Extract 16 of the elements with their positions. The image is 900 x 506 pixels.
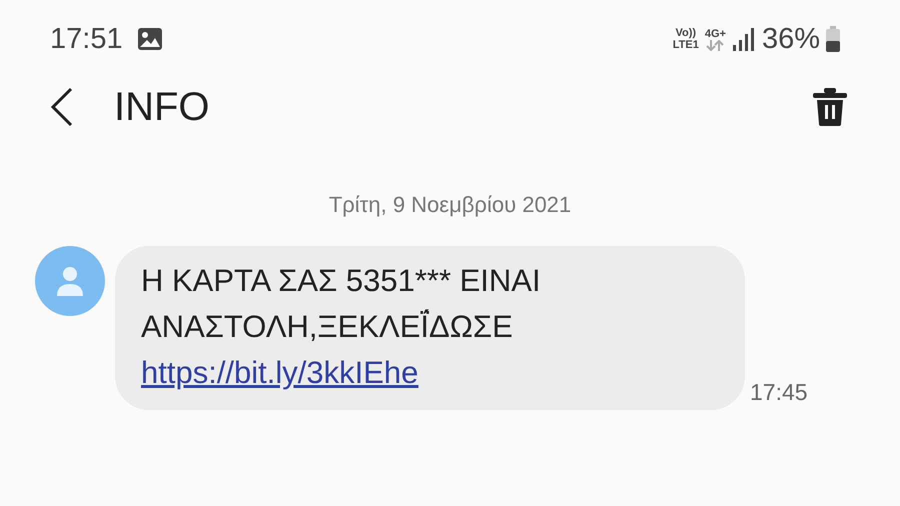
message-link[interactable]: https://bit.ly/3kkIEhe bbox=[141, 355, 418, 390]
signal-icon bbox=[732, 27, 756, 51]
image-icon bbox=[136, 27, 163, 51]
lte-label: LTE1 bbox=[672, 39, 699, 51]
battery-percent: 36% bbox=[762, 22, 820, 56]
message-time: 17:45 bbox=[750, 379, 808, 406]
data-arrows-icon bbox=[706, 40, 724, 50]
volte-label: Vo)) bbox=[676, 27, 696, 39]
battery-icon bbox=[826, 26, 840, 52]
message-text: Η ΚΑΡΤΑ ΣΑΣ 5351*** ΕΙΝΑΙ ΑΝΑΣΤΟΛΗ,ΞΕΚΛΕΪ́ΔΩΣΕ https://bit.ly/3kkIEhe bbox=[141, 262, 542, 392]
contact-title: INFO bbox=[114, 84, 210, 130]
delete-button[interactable] bbox=[812, 88, 848, 126]
status-time: 17:51 bbox=[50, 22, 123, 56]
network-label: 4G+ bbox=[704, 28, 726, 40]
back-button[interactable] bbox=[50, 87, 74, 127]
date-separator: Τρίτη, 9 Νοεμβρίου 2021 bbox=[328, 192, 572, 218]
